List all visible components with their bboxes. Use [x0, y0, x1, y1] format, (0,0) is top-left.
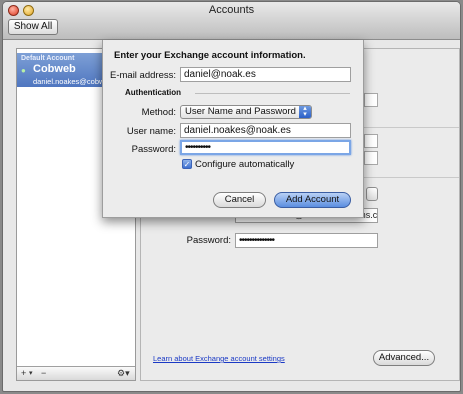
- window-title: Accounts: [208, 4, 255, 16]
- exchange-account-sheet: Enter your Exchange account information.…: [102, 40, 364, 218]
- password-label: Password:: [186, 235, 231, 246]
- add-account-button[interactable]: +: [21, 368, 26, 379]
- learn-exchange-link[interactable]: Learn about Exchange account settings: [153, 354, 285, 363]
- configure-automatically-label[interactable]: Configure automatically: [195, 159, 294, 170]
- method-label: Method:: [141, 107, 176, 118]
- default-account-header: Default Account: [21, 55, 75, 62]
- password-label: Password:: [131, 144, 176, 155]
- username-label: User name:: [126, 126, 176, 137]
- account-status-icon: ●: [21, 66, 26, 75]
- ghost-field: [364, 151, 378, 165]
- method-select-value: User Name and Password: [185, 106, 296, 117]
- accounts-window: Accounts Show All Default Account ● Cobw…: [2, 1, 461, 392]
- section-divider: [195, 93, 350, 94]
- password-field[interactable]: ••••••••••: [180, 140, 351, 155]
- add-account-menu-icon[interactable]: ▾: [29, 368, 33, 379]
- configure-automatically-checkbox[interactable]: ✓: [182, 159, 192, 169]
- email-field[interactable]: daniel@noak.es: [180, 67, 351, 82]
- username-field[interactable]: daniel.noakes@noak.es: [180, 123, 351, 138]
- email-label: E-mail address:: [110, 70, 176, 81]
- account-name: Cobweb: [33, 63, 76, 75]
- cancel-button[interactable]: Cancel: [213, 192, 266, 208]
- add-account-button[interactable]: Add Account: [274, 192, 351, 208]
- action-menu-icon[interactable]: ⚙▾: [117, 368, 130, 379]
- authentication-section-label: Authentication: [125, 88, 181, 97]
- remove-account-button[interactable]: −: [41, 368, 46, 379]
- advanced-button[interactable]: Advanced...: [373, 350, 435, 366]
- sidebar-toolbar: + ▾ − ⚙▾: [17, 366, 135, 380]
- sheet-title: Enter your Exchange account information.: [114, 50, 306, 61]
- show-all-button[interactable]: Show All: [8, 19, 58, 35]
- chevron-updown-icon: ▴ ▾: [299, 105, 311, 118]
- ghost-field: [364, 134, 378, 148]
- method-select[interactable]: User Name and Password ▴ ▾: [180, 105, 312, 119]
- password-field[interactable]: ••••••••••••••: [235, 233, 378, 248]
- method-popup-edge[interactable]: [366, 187, 378, 201]
- ghost-field: [364, 93, 378, 107]
- title-bar: Accounts Show All: [3, 2, 460, 40]
